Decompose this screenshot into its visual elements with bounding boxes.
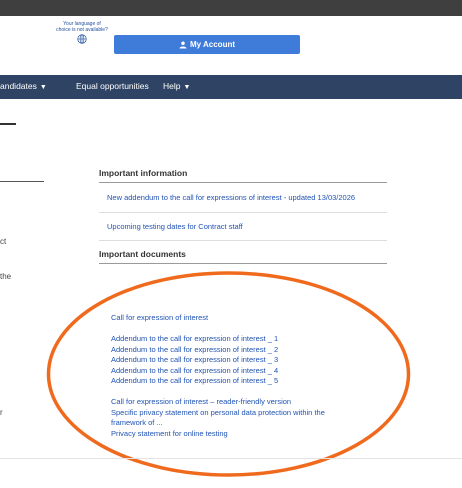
important-information-heading: Important information [99,168,387,183]
nav-item-help[interactable]: Help ▼ [163,81,190,91]
doc-link-call-for-expression[interactable]: Call for expression of interest [111,313,371,323]
doc-link-addendum-2[interactable]: Addendum to the call for expression of i… [111,345,371,355]
nav-item-candidates[interactable]: andidates ▼ [0,81,47,91]
left-text-fragment: the [0,272,12,281]
left-text-fragment: r [0,408,3,417]
language-note-text: Your language of choice is not available… [56,21,108,33]
top-bar [0,0,462,16]
info-link-addendum[interactable]: New addendum to the call for expressions… [107,193,355,202]
doc-link-addendum-5[interactable]: Addendum to the call for expression of i… [111,376,371,386]
important-documents-heading: Important documents [99,249,387,264]
doc-link-specific-privacy-statement[interactable]: Specific privacy statement on personal d… [111,408,371,418]
doc-link-privacy-online-testing[interactable]: Privacy statement for online testing [111,429,371,439]
section-rule [0,123,16,125]
main-navigation: andidates ▼ Equal opportunities Help ▼ [0,75,462,99]
doc-link-reader-friendly[interactable]: Call for expression of interest – reader… [111,397,371,407]
documents-list: Call for expression of interest Addendum… [111,313,371,439]
chevron-down-icon: ▼ [39,84,47,91]
doc-link-addendum-4[interactable]: Addendum to the call for expression of i… [111,366,371,376]
chevron-down-icon: ▼ [183,84,191,91]
footer-divider [0,458,462,459]
doc-link-addendum-1[interactable]: Addendum to the call for expression of i… [111,334,371,344]
info-link-testing-dates[interactable]: Upcoming testing dates for Contract staf… [107,222,243,231]
divider [99,240,387,241]
user-icon [179,41,187,48]
left-text-fragment: ct [0,237,7,246]
divider [99,212,387,213]
my-account-label: My Account [189,40,236,49]
nav-item-equal-opportunities[interactable]: Equal opportunities [76,81,149,91]
language-note[interactable]: Your language of choice is not available… [56,21,108,44]
globe-icon[interactable] [77,34,87,44]
section-rule [0,181,44,182]
my-account-button[interactable]: My Account [114,35,300,54]
doc-link-specific-privacy-statement-cont[interactable]: framework of ... [111,418,371,428]
doc-link-addendum-3[interactable]: Addendum to the call for expression of i… [111,355,371,365]
